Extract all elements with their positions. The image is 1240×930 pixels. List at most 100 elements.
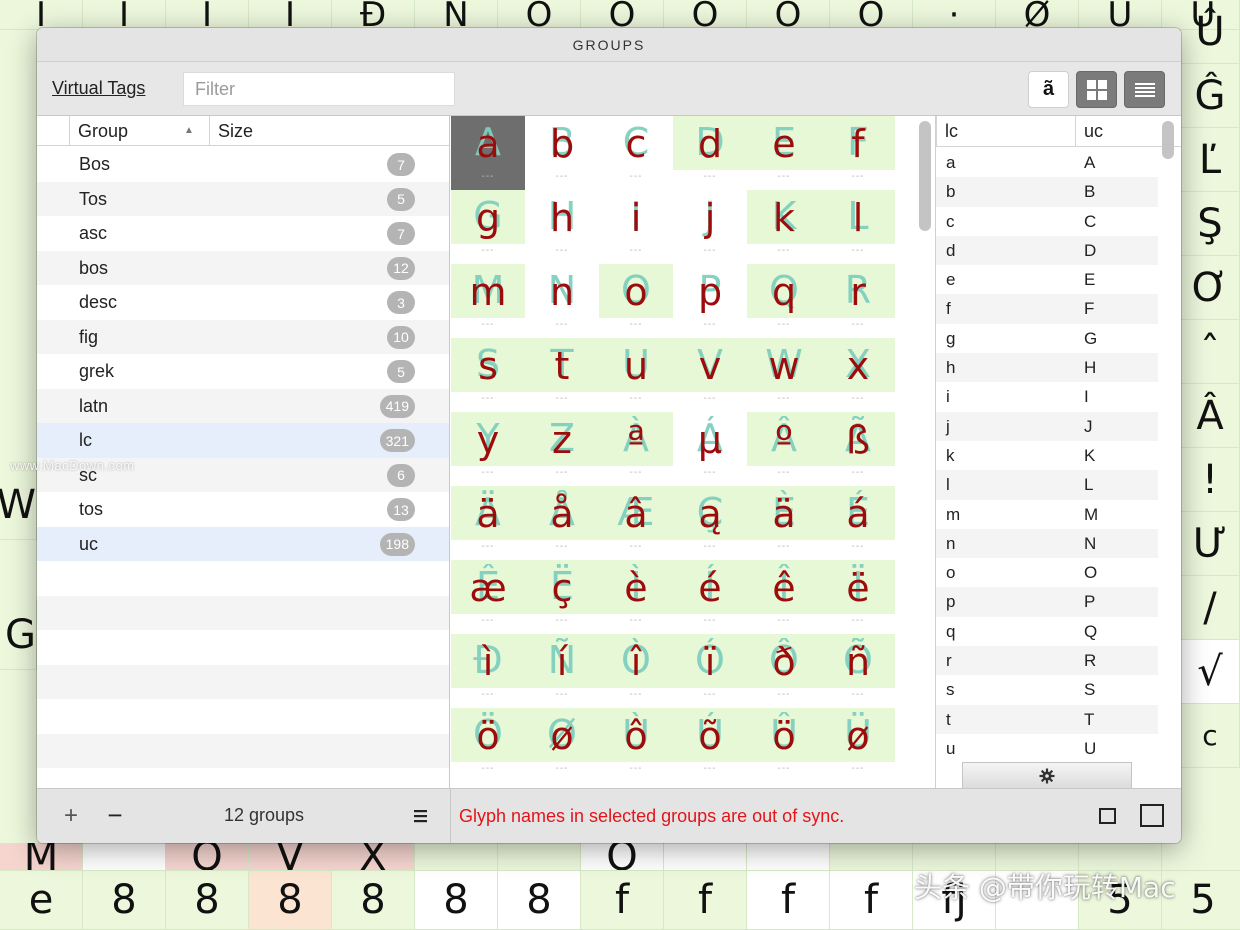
group-row[interactable]: uc 198 xyxy=(37,526,449,561)
size-column-header[interactable]: Size xyxy=(209,116,329,146)
glyph-cell[interactable]: Ff --- xyxy=(821,116,895,190)
sync-table-row[interactable]: lL xyxy=(936,470,1158,500)
glyph-grid-scrollbar[interactable] xyxy=(919,121,931,231)
group-row[interactable]: Bos 7 xyxy=(37,147,449,182)
sync-table-row[interactable]: fF xyxy=(936,294,1158,324)
sync-table-row[interactable]: mM xyxy=(936,500,1158,529)
glyph-cell[interactable]: Õñ --- xyxy=(821,634,895,708)
groups-menu-button[interactable] xyxy=(413,802,435,830)
glyph-cell[interactable]: Ii --- xyxy=(599,190,673,264)
group-row[interactable]: tos 13 xyxy=(37,492,449,527)
uc-column-header[interactable]: uc xyxy=(1075,116,1165,147)
glyph-cell[interactable]: Úõ --- xyxy=(673,708,747,782)
glyph-cell[interactable]: Mm --- xyxy=(451,264,525,338)
group-column-header[interactable]: Group ▲ xyxy=(69,116,209,146)
action-menu-button[interactable] xyxy=(962,762,1132,788)
glyph-cell[interactable]: Qq --- xyxy=(747,264,821,338)
sync-table-row[interactable]: gG xyxy=(936,324,1158,353)
glyph-cell[interactable]: Rr --- xyxy=(821,264,895,338)
glyph-cell[interactable]: Êæ --- xyxy=(451,560,525,634)
sync-table-scrollbar[interactable] xyxy=(1162,121,1174,159)
group-row[interactable]: grek 5 xyxy=(37,354,449,389)
sync-table-row[interactable]: jJ xyxy=(936,411,1158,441)
sync-table-row[interactable]: rR xyxy=(936,646,1158,676)
expanded-view-button[interactable] xyxy=(1140,804,1164,827)
glyph-cell[interactable]: Çą --- xyxy=(673,486,747,560)
remove-group-button[interactable]: − xyxy=(103,802,127,830)
single-pane-view-button[interactable] xyxy=(1099,808,1116,824)
sync-table-row[interactable]: eE xyxy=(936,265,1158,294)
group-row[interactable]: lc 321 xyxy=(37,423,449,458)
sync-table-row[interactable]: pP xyxy=(936,587,1158,617)
glyph-cell[interactable]: Zz --- xyxy=(525,412,599,486)
window-titlebar[interactable]: GROUPS xyxy=(37,28,1181,62)
group-row[interactable]: asc 7 xyxy=(37,216,449,251)
virtual-tags-link[interactable]: Virtual Tags xyxy=(52,78,145,99)
group-row[interactable]: bos 12 xyxy=(37,250,449,285)
group-row[interactable]: Tos 5 xyxy=(37,181,449,216)
glyph-cell[interactable]: Âº --- xyxy=(747,412,821,486)
glyph-cell[interactable]: Jj --- xyxy=(673,190,747,264)
sync-table-row[interactable]: aA xyxy=(936,148,1158,177)
grid-view-button[interactable] xyxy=(1076,71,1117,108)
sync-table-row[interactable]: nN xyxy=(936,528,1158,559)
sync-table-row[interactable]: tT xyxy=(936,704,1158,734)
glyph-cell[interactable]: Kk --- xyxy=(747,190,821,264)
glyph-cell[interactable]: Ùô --- xyxy=(599,708,673,782)
glyph-cell[interactable]: Íé --- xyxy=(673,560,747,634)
glyph-cell[interactable]: Ûö --- xyxy=(747,708,821,782)
glyph-cell[interactable]: Xx --- xyxy=(821,338,895,412)
glyph-cell[interactable]: Óï --- xyxy=(673,634,747,708)
sync-table-row[interactable]: kK xyxy=(936,441,1158,470)
glyph-cell[interactable]: Yy --- xyxy=(451,412,525,486)
glyph-cell[interactable]: Øø --- xyxy=(525,708,599,782)
glyph-cell[interactable]: Nn --- xyxy=(525,264,599,338)
glyph-cell[interactable]: Ðì --- xyxy=(451,634,525,708)
sync-table-row[interactable]: sS xyxy=(936,675,1158,704)
glyph-cell[interactable]: Bb --- xyxy=(525,116,599,190)
glyph-cell[interactable]: Ïë --- xyxy=(821,560,895,634)
glyph-cell[interactable]: Öö --- xyxy=(451,708,525,782)
glyph-cell[interactable]: Üø --- xyxy=(821,708,895,782)
glyph-cell[interactable]: Aa --- xyxy=(451,116,525,190)
glyph-cell[interactable]: Oo --- xyxy=(599,264,673,338)
sync-table-row[interactable]: hH xyxy=(936,353,1158,383)
add-group-button[interactable]: + xyxy=(59,802,83,830)
glyph-preview-button[interactable]: ã xyxy=(1028,71,1069,108)
glyph-cell[interactable]: Ww --- xyxy=(747,338,821,412)
glyph-cell[interactable]: Ãß --- xyxy=(821,412,895,486)
glyph-cell[interactable]: Îê --- xyxy=(747,560,821,634)
glyph-cell[interactable]: Uu --- xyxy=(599,338,673,412)
glyph-cell[interactable]: Æâ --- xyxy=(599,486,673,560)
glyph-cell[interactable]: Àª --- xyxy=(599,412,673,486)
glyph-cell[interactable]: Tt --- xyxy=(525,338,599,412)
glyph-cell[interactable]: Ee --- xyxy=(747,116,821,190)
glyph-cell[interactable]: Dd --- xyxy=(673,116,747,190)
glyph-cell[interactable]: Áµ --- xyxy=(673,412,747,486)
glyph-cell[interactable]: Åå --- xyxy=(525,486,599,560)
filter-input[interactable] xyxy=(183,72,455,106)
lc-column-header[interactable]: lc xyxy=(936,116,1075,147)
sync-table-row[interactable]: oO xyxy=(936,558,1158,587)
sync-table-row[interactable]: qQ xyxy=(936,617,1158,646)
glyph-cell[interactable]: Ôð --- xyxy=(747,634,821,708)
sync-table-row[interactable]: dD xyxy=(936,235,1158,266)
glyph-cell[interactable]: Ëç --- xyxy=(525,560,599,634)
glyph-cell[interactable]: Éá --- xyxy=(821,486,895,560)
glyph-cell[interactable]: Ìè --- xyxy=(599,560,673,634)
glyph-cell[interactable]: Pp --- xyxy=(673,264,747,338)
group-row[interactable]: desc 3 xyxy=(37,285,449,320)
glyph-cell[interactable]: Èä --- xyxy=(747,486,821,560)
glyph-cell[interactable]: Ää --- xyxy=(451,486,525,560)
glyph-cell[interactable]: Vv --- xyxy=(673,338,747,412)
glyph-cell[interactable]: Gg --- xyxy=(451,190,525,264)
glyph-cell[interactable]: Ll --- xyxy=(821,190,895,264)
glyph-cell[interactable]: Òî --- xyxy=(599,634,673,708)
glyph-cell[interactable]: Ss --- xyxy=(451,338,525,412)
glyph-cell[interactable]: Cc --- xyxy=(599,116,673,190)
sync-table-row[interactable]: bB xyxy=(936,177,1158,207)
sync-table-row[interactable]: iI xyxy=(936,382,1158,411)
group-row[interactable]: latn 419 xyxy=(37,388,449,423)
glyph-cell[interactable]: Hh --- xyxy=(525,190,599,264)
glyph-cell[interactable]: Ñí --- xyxy=(525,634,599,708)
